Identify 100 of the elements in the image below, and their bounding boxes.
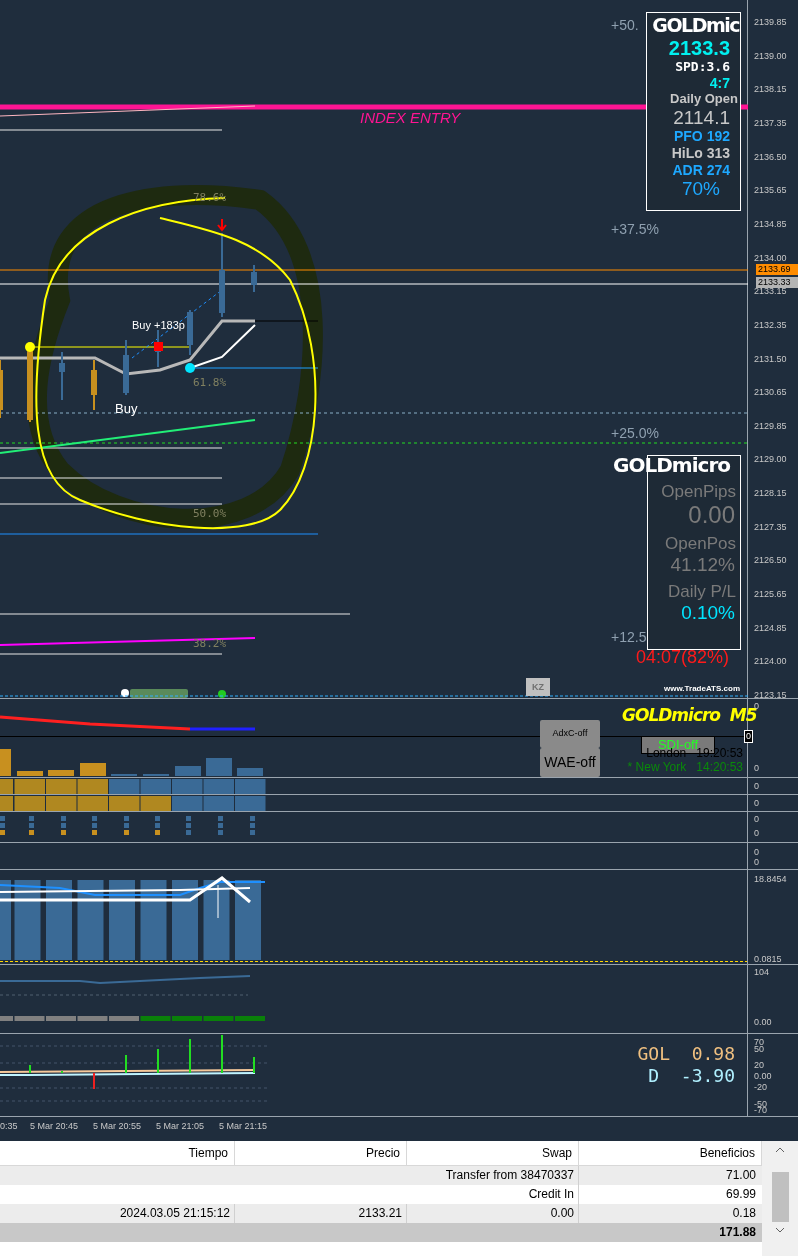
axis-label: 0 bbox=[754, 847, 759, 857]
axis-label: 2124.00 bbox=[754, 656, 787, 667]
axis-label: 2131.50 bbox=[754, 353, 787, 364]
stat-value: 0.10% bbox=[681, 602, 736, 624]
axis-label: 2139.00 bbox=[754, 50, 787, 61]
stat-label: OpenPips bbox=[661, 482, 736, 502]
time-label: 5 Mar 20:55 bbox=[93, 1121, 142, 1131]
histogram-bar bbox=[175, 766, 201, 776]
axis-label: 2125.65 bbox=[754, 589, 787, 600]
website-text: www.TradeATS.com bbox=[664, 684, 740, 693]
signal-marker-column bbox=[29, 816, 34, 835]
histogram-bar bbox=[17, 771, 43, 776]
axis-label: 0 bbox=[754, 781, 759, 791]
signal-marker-column bbox=[124, 816, 129, 835]
candlestick bbox=[123, 339, 129, 396]
price-tag: 2133.33 bbox=[756, 277, 798, 288]
signal-block bbox=[140, 796, 171, 811]
signal-block bbox=[172, 796, 203, 811]
hilo-text: HiLo 313 bbox=[671, 145, 730, 162]
axis-label: 0 bbox=[754, 798, 759, 808]
axis-label: 2129.00 bbox=[754, 454, 787, 465]
scroll-down-icon[interactable] bbox=[776, 1228, 784, 1233]
adr-percent-text: 70% bbox=[681, 179, 720, 199]
axis-label: 2128.15 bbox=[754, 488, 787, 499]
signal-block bbox=[203, 779, 234, 794]
scroll-up-icon[interactable] bbox=[776, 1147, 784, 1152]
level-label: 50.0% bbox=[193, 508, 227, 520]
level-label: 61.8% bbox=[193, 377, 227, 389]
histogram-bar bbox=[80, 763, 106, 776]
signal-marker-column bbox=[0, 816, 5, 835]
candlestick bbox=[91, 359, 97, 411]
down-arrow-icon bbox=[217, 218, 227, 232]
readout-text: GOL 0.98 bbox=[637, 1044, 735, 1064]
axis-label: 0 bbox=[754, 828, 759, 838]
axis-label: 2130.65 bbox=[754, 387, 787, 398]
signal-block bbox=[235, 796, 266, 811]
axis-label: 2134.00 bbox=[754, 252, 787, 263]
cross-marker bbox=[217, 884, 219, 919]
axis-label: 0.00 bbox=[754, 1071, 772, 1081]
ratio-text: 4:7 bbox=[709, 75, 730, 91]
axis-label: 2137.35 bbox=[754, 117, 787, 128]
axis-label: 2124.85 bbox=[754, 622, 787, 633]
pfo-text: PFO 192 bbox=[673, 128, 730, 145]
stat-value: 0.00 bbox=[688, 502, 736, 528]
stat-value: 41.12% bbox=[670, 554, 736, 576]
signal-block bbox=[46, 796, 77, 811]
signal-block bbox=[109, 796, 140, 811]
axis-label: 0.00 bbox=[754, 1017, 772, 1027]
time-label: 5 Mar 21:15 bbox=[219, 1121, 268, 1131]
signal-block bbox=[109, 779, 140, 794]
axis-label: 2139.85 bbox=[754, 17, 787, 27]
axis-label: 2132.35 bbox=[754, 319, 787, 330]
signal-block bbox=[203, 796, 234, 811]
daily-open-value: 2114.1 bbox=[673, 107, 730, 128]
axis-label: 2135.65 bbox=[754, 185, 787, 196]
histogram-bar bbox=[0, 749, 11, 776]
axis-label: -20 bbox=[754, 1082, 767, 1092]
indicator-button[interactable]: WAE-off bbox=[540, 748, 600, 777]
histogram-bar bbox=[237, 768, 263, 776]
indicator-button[interactable]: AdxC-off bbox=[540, 720, 600, 748]
axis-label: 2123.15 bbox=[754, 690, 787, 700]
signal-dot bbox=[185, 363, 195, 373]
signal-marker-column bbox=[250, 816, 255, 835]
countdown-text: 04:07(82%) bbox=[636, 647, 730, 667]
axis-label: 104 bbox=[754, 967, 770, 977]
price-text: 2133.3 bbox=[668, 37, 730, 59]
clock-text: * New York 14:20:53 bbox=[627, 761, 743, 774]
total-cell-text: 171.88 bbox=[719, 1224, 757, 1241]
axis-label: 2127.35 bbox=[754, 521, 787, 532]
axis-label: 0 bbox=[754, 814, 759, 824]
time-label: 0:35 bbox=[0, 1121, 18, 1131]
session-bar bbox=[130, 689, 188, 698]
time-label: 5 Mar 21:05 bbox=[156, 1121, 205, 1131]
scrollbar[interactable] bbox=[762, 1141, 798, 1256]
daily-open-label: Daily Open bbox=[670, 91, 738, 107]
signal-marker-column bbox=[92, 816, 97, 835]
candlestick bbox=[251, 264, 257, 293]
fib-label: +25.0% bbox=[611, 425, 659, 441]
signal-block bbox=[140, 779, 171, 794]
spread-text: SPD:3.6 bbox=[675, 59, 730, 75]
axis-label: 2133.15 bbox=[754, 286, 787, 297]
axis-label: 0 bbox=[754, 763, 759, 773]
axis-label: 2138.15 bbox=[754, 84, 787, 95]
trade-label: Buy +183p bbox=[132, 319, 185, 332]
candlestick bbox=[0, 359, 3, 419]
signal-marker-column bbox=[218, 816, 223, 835]
signal-marker-column bbox=[155, 816, 160, 835]
trade-label: Buy bbox=[115, 401, 138, 416]
candlestick bbox=[59, 351, 65, 401]
readout-text: D -3.90 bbox=[648, 1066, 735, 1086]
signal-dot bbox=[25, 342, 35, 352]
signal-block bbox=[46, 779, 77, 794]
histogram-bar bbox=[48, 770, 74, 776]
axis-label: 18.8454 bbox=[754, 874, 787, 884]
scrollbar-thumb[interactable] bbox=[771, 1172, 789, 1222]
stat-label: OpenPos bbox=[665, 534, 736, 554]
fib-label: +50. bbox=[611, 17, 639, 33]
table-cell-text: 0.18 bbox=[731, 1205, 757, 1222]
signal-block bbox=[77, 796, 108, 811]
index-entry-label: INDEX ENTRY bbox=[360, 109, 461, 126]
